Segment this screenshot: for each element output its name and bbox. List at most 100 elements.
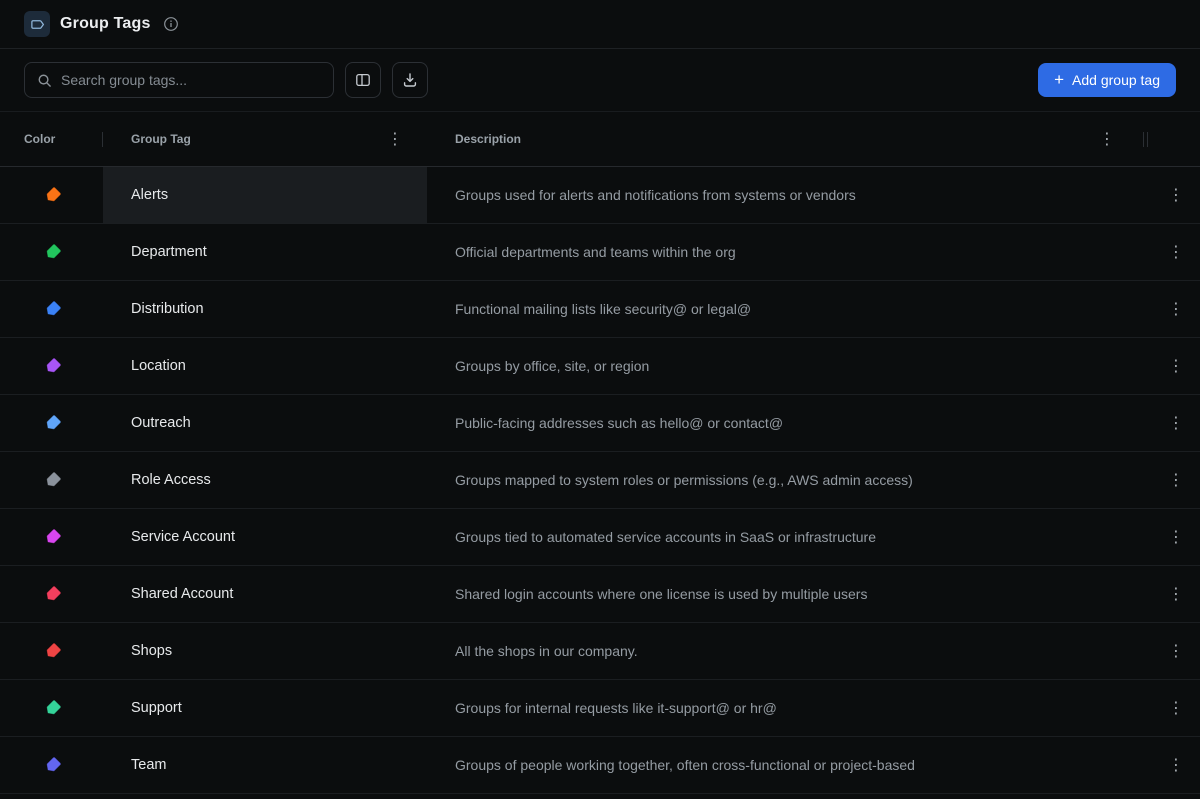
color-cell	[0, 224, 103, 280]
group-tag-cell[interactable]: Distribution	[103, 281, 427, 337]
row-menu-icon[interactable]: ⋮	[1162, 582, 1190, 606]
description-cell: Groups for internal requests like it-sup…	[427, 680, 1152, 736]
actions-cell: ⋮	[1152, 395, 1200, 451]
group-tag-cell[interactable]: Alerts	[103, 167, 427, 223]
description-cell: Groups used for alerts and notifications…	[427, 167, 1152, 223]
color-cell	[0, 680, 103, 736]
search-input[interactable]	[61, 72, 321, 88]
add-group-tag-button[interactable]: + Add group tag	[1038, 63, 1176, 97]
search-icon	[37, 73, 52, 88]
group-tag-cell[interactable]: Shops	[103, 623, 427, 679]
actions-cell: ⋮	[1152, 623, 1200, 679]
description-column-menu-icon[interactable]: ⋮	[1093, 127, 1121, 151]
tag-color-icon	[44, 528, 62, 546]
row-menu-icon[interactable]: ⋮	[1162, 183, 1190, 207]
column-header-description: Description ⋮	[427, 112, 1152, 166]
row-menu-icon[interactable]: ⋮	[1162, 696, 1190, 720]
table-row[interactable]: Distribution Functional mailing lists li…	[0, 281, 1200, 338]
group-tag-description: All the shops in our company.	[455, 643, 638, 659]
column-header-color: Color	[0, 112, 103, 166]
color-cell	[0, 623, 103, 679]
actions-cell: ⋮	[1152, 224, 1200, 280]
group-tag-description: Groups of people working together, often…	[455, 757, 915, 773]
column-header-actions	[1152, 112, 1200, 166]
group-tag-description: Groups for internal requests like it-sup…	[455, 700, 777, 716]
group-tag-column-menu-icon[interactable]: ⋮	[381, 127, 409, 151]
toolbar: + Add group tag	[0, 49, 1200, 112]
group-tag-cell[interactable]: Team	[103, 737, 427, 793]
plus-icon: +	[1054, 71, 1064, 88]
row-menu-icon[interactable]: ⋮	[1162, 297, 1190, 321]
tag-color-icon	[44, 585, 62, 603]
table-row[interactable]: Shared Account Shared login accounts whe…	[0, 566, 1200, 623]
group-tag-description: Official departments and teams within th…	[455, 244, 736, 260]
tag-color-icon	[44, 300, 62, 318]
description-cell: Shared login accounts where one license …	[427, 566, 1152, 622]
description-cell: Official departments and teams within th…	[427, 224, 1152, 280]
actions-cell: ⋮	[1152, 566, 1200, 622]
description-cell: Groups by office, site, or region	[427, 338, 1152, 394]
group-tag-description: Public-facing addresses such as hello@ o…	[455, 415, 783, 431]
row-menu-icon[interactable]: ⋮	[1162, 753, 1190, 777]
row-menu-icon[interactable]: ⋮	[1162, 240, 1190, 264]
group-tag-name: Service Account	[131, 529, 235, 545]
table-row[interactable]: Support Groups for internal requests lik…	[0, 680, 1200, 737]
actions-cell: ⋮	[1152, 338, 1200, 394]
group-tag-cell[interactable]: Shared Account	[103, 566, 427, 622]
group-tag-name: Location	[131, 358, 186, 374]
group-tag-cell[interactable]: Role Access	[103, 452, 427, 508]
column-resize-handle[interactable]	[1143, 132, 1148, 147]
row-menu-icon[interactable]: ⋮	[1162, 354, 1190, 378]
table-row[interactable]: Department Official departments and team…	[0, 224, 1200, 281]
download-icon	[402, 72, 418, 88]
table-row[interactable]: Alerts Groups used for alerts and notifi…	[0, 167, 1200, 224]
group-tags-logo-icon	[24, 11, 50, 37]
group-tag-cell[interactable]: Location	[103, 338, 427, 394]
group-tag-description: Functional mailing lists like security@ …	[455, 301, 751, 317]
group-tag-name: Shops	[131, 643, 172, 659]
description-cell: All the shops in our company.	[427, 623, 1152, 679]
group-tag-cell[interactable]: Department	[103, 224, 427, 280]
table-row[interactable]: Location Groups by office, site, or regi…	[0, 338, 1200, 395]
row-menu-icon[interactable]: ⋮	[1162, 525, 1190, 549]
table-row[interactable]: Shops All the shops in our company. ⋮	[0, 623, 1200, 680]
color-cell	[0, 566, 103, 622]
table-body: Alerts Groups used for alerts and notifi…	[0, 167, 1200, 794]
search-box[interactable]	[24, 62, 334, 98]
group-tag-cell[interactable]: Service Account	[103, 509, 427, 565]
color-cell	[0, 281, 103, 337]
actions-cell: ⋮	[1152, 281, 1200, 337]
actions-cell: ⋮	[1152, 167, 1200, 223]
row-menu-icon[interactable]: ⋮	[1162, 411, 1190, 435]
columns-icon	[355, 72, 371, 88]
column-header-group-tag: Group Tag ⋮	[103, 112, 427, 166]
table-row[interactable]: Team Groups of people working together, …	[0, 737, 1200, 794]
tag-color-icon	[44, 186, 62, 204]
info-icon[interactable]	[161, 14, 181, 34]
description-cell: Groups tied to automated service account…	[427, 509, 1152, 565]
columns-view-button[interactable]	[345, 62, 381, 98]
column-header-color-label: Color	[24, 132, 55, 146]
actions-cell: ⋮	[1152, 737, 1200, 793]
tag-color-icon	[44, 357, 62, 375]
table-row[interactable]: Service Account Groups tied to automated…	[0, 509, 1200, 566]
tag-color-icon	[44, 756, 62, 774]
group-tag-name: Outreach	[131, 415, 191, 431]
table-row[interactable]: Role Access Groups mapped to system role…	[0, 452, 1200, 509]
group-tag-name: Department	[131, 244, 207, 260]
color-cell	[0, 338, 103, 394]
group-tag-cell[interactable]: Outreach	[103, 395, 427, 451]
group-tag-name: Support	[131, 700, 182, 716]
group-tag-description: Shared login accounts where one license …	[455, 586, 867, 602]
tag-color-icon	[44, 471, 62, 489]
page-title: Group Tags	[60, 15, 151, 33]
table-row[interactable]: Outreach Public-facing addresses such as…	[0, 395, 1200, 452]
export-button[interactable]	[392, 62, 428, 98]
row-menu-icon[interactable]: ⋮	[1162, 639, 1190, 663]
color-cell	[0, 509, 103, 565]
group-tag-cell[interactable]: Support	[103, 680, 427, 736]
color-cell	[0, 167, 103, 223]
row-menu-icon[interactable]: ⋮	[1162, 468, 1190, 492]
group-tag-description: Groups mapped to system roles or permiss…	[455, 472, 913, 488]
group-tag-name: Shared Account	[131, 586, 233, 602]
